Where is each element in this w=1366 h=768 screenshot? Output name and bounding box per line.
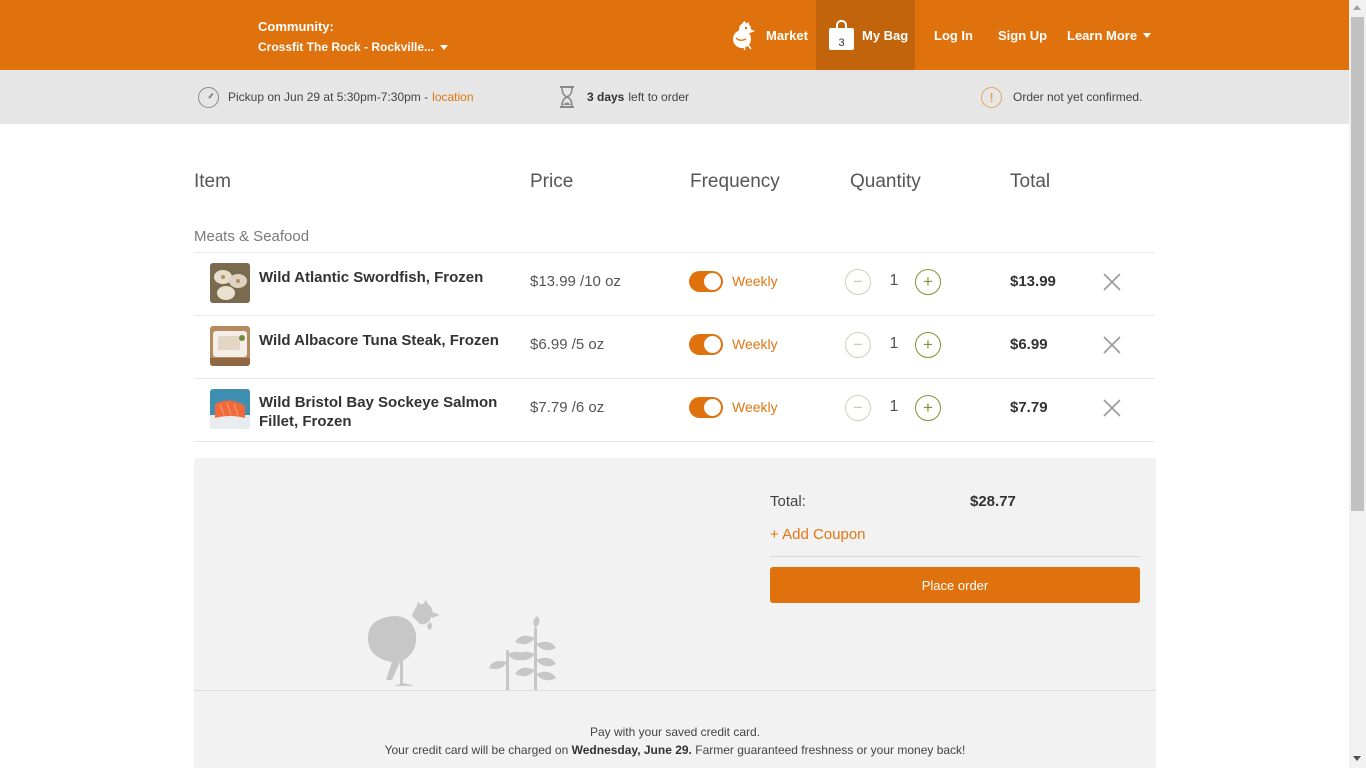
hourglass-icon [560,86,574,108]
order-status-text: Order not yet confirmed. [1013,90,1143,104]
community-label: Community: [258,19,334,34]
row-divider [194,441,1155,442]
column-header-price: Price [530,171,574,192]
decrease-quantity-button[interactable]: − [845,395,871,421]
community-selector[interactable]: Community: Crossfit The Rock - Rockville… [258,18,449,55]
product-price: $7.79 /6 oz [530,399,605,416]
payment-note: Pay with your saved credit card. [589,725,761,739]
days-left-info: 3 days left to order [557,70,689,124]
scroll-up-arrow-icon[interactable] [1353,5,1361,10]
nav-log-in-label: Log In [934,27,973,43]
frequency-label: Weekly [732,399,778,415]
column-header-quantity: Quantity [850,171,921,192]
total-label: Total: [770,493,806,510]
nav-sign-up-label: Sign Up [998,27,1048,43]
decrease-quantity-button[interactable]: − [845,332,871,358]
product-price: $13.99 /10 oz [530,273,621,290]
frequency-toggle[interactable] [689,271,723,292]
decrease-quantity-button[interactable]: − [845,269,871,295]
order-summary-panel: Total: $28.77 + Add Coupon Place order P… [194,458,1156,768]
column-header-item: Item [194,171,231,192]
pickup-time: Jun 29 at 5:30pm-7:30pm [284,90,421,104]
chicken-icon [733,21,755,50]
days-count: 3 days [587,90,625,104]
vertical-scrollbar[interactable] [1349,0,1366,768]
product-image [210,326,250,366]
nav-sign-up[interactable]: Sign Up [998,0,1047,70]
clock-icon [198,86,219,108]
charge-note: Your credit card will be charged on Wedn… [194,743,1156,757]
product-price: $6.99 /5 oz [530,336,605,353]
total-value: $28.77 [970,493,1016,510]
column-header-total: Total [1010,171,1051,192]
product-image [210,263,250,303]
product-name[interactable]: Wild Albacore Tuna Steak, Frozen [259,331,509,350]
pickup-separator: - [424,90,429,104]
increase-quantity-button[interactable]: + [915,332,941,358]
frequency-label: Weekly [732,273,778,289]
community-dropdown[interactable]: Crossfit The Rock - Rockville... [258,39,449,55]
quantity-value: 1 [889,272,899,289]
product-image [210,389,250,429]
scrollbar-thumb[interactable] [1351,17,1364,511]
bag-count-badge: 3 [838,37,845,49]
summary-divider [770,556,1140,557]
pickup-info: Pickup on Jun 29 at 5:30pm-7:30pm - loca… [198,70,474,124]
alert-icon: ! [981,86,1002,108]
farm-illustration [368,600,556,690]
close-icon[interactable] [1103,273,1121,291]
column-header-frequency: Frequency [690,171,780,192]
close-icon[interactable] [1103,336,1121,354]
chevron-down-icon [1143,32,1152,38]
frequency-toggle[interactable] [689,397,723,418]
nav-market-label: Market [766,27,808,43]
nav-log-in[interactable]: Log In [934,0,973,70]
cart-row: Wild Albacore Tuna Steak, Frozen $6.99 /… [194,315,1155,378]
pickup-prefix: Pickup on [228,90,281,104]
charge-note-suffix: Farmer guaranteed freshness or your mone… [695,743,966,757]
add-coupon-link[interactable]: + Add Coupon [770,526,866,543]
place-order-button[interactable]: Place order [770,567,1140,603]
cart-row: Wild Bristol Bay Sockeye Salmon Fillet, … [194,378,1155,441]
increase-quantity-button[interactable]: + [915,395,941,421]
payment-divider [194,690,1156,691]
quantity-value: 1 [889,335,899,352]
product-name[interactable]: Wild Atlantic Swordfish, Frozen [259,268,509,287]
community-name: Crossfit The Rock - Rockville... [258,40,435,54]
days-suffix: left to order [628,90,690,104]
quantity-value: 1 [889,398,899,415]
charge-note-prefix: Your credit card will be charged on [384,743,569,757]
nav-my-bag[interactable]: 3 My Bag [816,0,915,70]
shopping-bag-icon: 3 [829,20,854,50]
order-info-bar: Pickup on Jun 29 at 5:30pm-7:30pm - loca… [0,70,1349,124]
category-heading: Meats & Seafood [194,228,310,245]
cart-row: Wild Atlantic Swordfish, Frozen $13.99 /… [194,252,1155,315]
frequency-toggle[interactable] [689,334,723,355]
nav-my-bag-label: My Bag [862,27,909,43]
charge-date: Wednesday, June 29. [571,743,692,757]
line-total: $7.79 [1010,399,1048,416]
line-total: $13.99 [1010,273,1056,290]
order-status-info: ! Order not yet confirmed. [981,70,1142,124]
frequency-label: Weekly [732,336,778,352]
top-navigation-bar: Community: Crossfit The Rock - Rockville… [0,0,1349,70]
increase-quantity-button[interactable]: + [915,269,941,295]
product-name[interactable]: Wild Bristol Bay Sockeye Salmon Fillet, … [259,393,509,431]
nav-learn-more-label: Learn More [1067,27,1138,43]
nav-market[interactable]: Market [728,0,808,70]
line-total: $6.99 [1010,336,1048,353]
scroll-down-arrow-icon[interactable] [1353,756,1361,761]
chevron-down-icon [440,45,449,51]
close-icon[interactable] [1103,399,1121,417]
nav-learn-more[interactable]: Learn More [1067,0,1152,70]
location-link[interactable]: location [432,90,473,104]
